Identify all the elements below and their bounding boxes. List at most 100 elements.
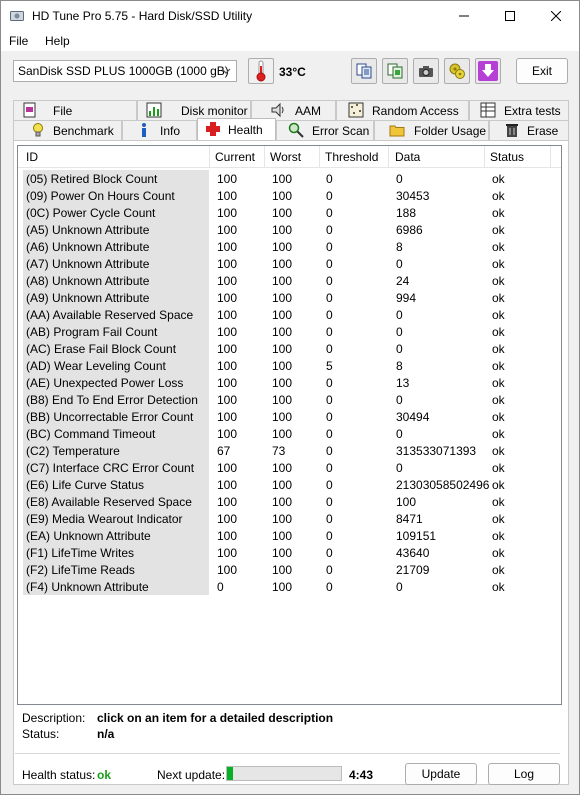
- trash-icon: [506, 124, 518, 137]
- table-row[interactable]: (F1) LifeTime Writes 100 100 0 43640 ok: [18, 544, 561, 561]
- table-row[interactable]: (09) Power On Hours Count 100 100 0 30453 ok: [18, 187, 561, 204]
- table-row[interactable]: (AC) Erase Fail Block Count 100 100 0 0 ok: [18, 340, 561, 357]
- current-value: 100: [217, 325, 238, 339]
- table-row[interactable]: (E8) Available Reserved Space 100 100 0 100 o…: [18, 493, 561, 510]
- current-value: 100: [217, 427, 238, 441]
- worst-value: 100: [272, 478, 293, 492]
- minimize-icon: [459, 15, 469, 17]
- column-divider[interactable]: [550, 146, 551, 168]
- table-row[interactable]: (A5) Unknown Attribute 100 100 0 6986 ok: [18, 221, 561, 238]
- health-cross-icon: [206, 122, 220, 136]
- update-button[interactable]: Update: [405, 763, 477, 785]
- table-row[interactable]: (C2) Temperature 67 73 0 313533071393 ok: [18, 442, 561, 459]
- current-value: 100: [217, 495, 238, 509]
- column-header-threshold[interactable]: Threshold: [325, 150, 378, 164]
- tab-random-access[interactable]: Random Access: [336, 100, 469, 120]
- column-divider[interactable]: [388, 146, 389, 168]
- download-arrow-icon: [478, 61, 498, 81]
- table-row[interactable]: (A9) Unknown Attribute 100 100 0 994 ok: [18, 289, 561, 306]
- table-row[interactable]: (A6) Unknown Attribute 100 100 0 8 ok: [18, 238, 561, 255]
- status-value: ok: [492, 359, 505, 373]
- threshold-value: 0: [326, 393, 333, 407]
- column-divider[interactable]: [319, 146, 320, 168]
- table-row[interactable]: (B8) End To End Error Detection 100 100 0 0 o…: [18, 391, 561, 408]
- tab-extra-tests[interactable]: Extra tests: [469, 100, 569, 120]
- current-value: 100: [217, 410, 238, 424]
- attribute-id: (EA) Unknown Attribute: [23, 527, 209, 544]
- column-header-data[interactable]: Data: [395, 150, 420, 164]
- table-row[interactable]: (AB) Program Fail Count 100 100 0 0 ok: [18, 323, 561, 340]
- next-update-label: Next update:: [157, 768, 226, 782]
- close-button[interactable]: [533, 1, 579, 31]
- status-value: ok: [492, 257, 505, 271]
- magnifier-icon: [288, 122, 304, 138]
- tab-folder-usage[interactable]: Folder Usage: [374, 120, 489, 140]
- tab-error-scan[interactable]: Error Scan: [276, 120, 374, 140]
- worst-value: 100: [272, 274, 293, 288]
- table-row[interactable]: (BC) Command Timeout 100 100 0 0 ok: [18, 425, 561, 442]
- tab-health[interactable]: Health: [197, 118, 276, 140]
- table-row[interactable]: (BB) Uncorrectable Error Count 100 100 0 304…: [18, 408, 561, 425]
- worst-value: 100: [272, 580, 293, 594]
- save-button[interactable]: [475, 58, 501, 84]
- data-value: 994: [396, 291, 417, 305]
- title-bar: HD Tune Pro 5.75 - Hard Disk/SSD Utility: [1, 1, 579, 31]
- table-row[interactable]: (A8) Unknown Attribute 100 100 0 24 ok: [18, 272, 561, 289]
- attribute-id: (F2) LifeTime Reads: [23, 561, 209, 578]
- tab-info[interactable]: Info: [122, 120, 197, 140]
- copy-text-button[interactable]: [351, 58, 377, 84]
- table-row[interactable]: (AA) Available Reserved Space 100 100 0 0 ok: [18, 306, 561, 323]
- column-divider[interactable]: [209, 146, 210, 168]
- table-row[interactable]: (C7) Interface CRC Error Count 100 100 0 0 ok: [18, 459, 561, 476]
- status-value: ok: [492, 427, 505, 441]
- options-button[interactable]: [444, 58, 470, 84]
- smart-attributes-table[interactable]: ID Current Worst Threshold Data Status (…: [17, 145, 562, 705]
- minimize-button[interactable]: [441, 1, 487, 31]
- health-status-label: Health status:: [22, 768, 96, 782]
- tab-erase[interactable]: Erase: [489, 120, 569, 140]
- tab-row-bottom: Benchmark Info Health Error Scan Folder …: [13, 118, 569, 140]
- table-row[interactable]: (A7) Unknown Attribute 100 100 0 0 ok: [18, 255, 561, 272]
- table-row[interactable]: (0C) Power Cycle Count 100 100 0 188 ok: [18, 204, 561, 221]
- attribute-id: (A9) Unknown Attribute: [23, 289, 209, 306]
- log-button[interactable]: Log: [488, 763, 560, 785]
- table-row[interactable]: (E9) Media Wearout Indicator 100 100 0 8471 o…: [18, 510, 561, 527]
- status-value: ok: [492, 342, 505, 356]
- exit-button[interactable]: Exit: [516, 58, 568, 84]
- menu-bar: File Help: [1, 31, 579, 51]
- benchmark-icon: [33, 123, 43, 137]
- data-value: 0: [396, 580, 403, 594]
- tab-benchmark[interactable]: Benchmark: [13, 120, 122, 140]
- data-value: 0: [396, 172, 403, 186]
- worst-value: 100: [272, 563, 293, 577]
- drive-select[interactable]: SanDisk SSD PLUS 1000GB (1000 gB): [13, 60, 237, 82]
- column-header-worst[interactable]: Worst: [270, 150, 301, 164]
- table-row[interactable]: (05) Retired Block Count 100 100 0 0 ok: [18, 170, 561, 187]
- menu-file[interactable]: File: [9, 34, 28, 48]
- table-row[interactable]: (EA) Unknown Attribute 100 100 0 109151 ok: [18, 527, 561, 544]
- screenshot-button[interactable]: [413, 58, 439, 84]
- column-header-id[interactable]: ID: [26, 150, 38, 164]
- tab-aam[interactable]: AAM: [251, 100, 336, 120]
- tab-disk-monitor[interactable]: Disk monitor: [137, 100, 251, 120]
- column-header-status[interactable]: Status: [490, 150, 524, 164]
- column-divider[interactable]: [484, 146, 485, 168]
- tab-file-benchmark[interactable]: File Benchmark: [13, 100, 137, 132]
- worst-value: 100: [272, 359, 293, 373]
- worst-value: 100: [272, 546, 293, 560]
- menu-help[interactable]: Help: [45, 34, 70, 48]
- health-status-value: ok: [97, 768, 112, 782]
- column-divider[interactable]: [264, 146, 265, 168]
- maximize-button[interactable]: [487, 1, 533, 31]
- table-row[interactable]: (AE) Unexpected Power Loss Count 100 100 0 1…: [18, 374, 561, 404]
- temperature-button[interactable]: [248, 58, 274, 84]
- table-row[interactable]: (F4) Unknown Attribute 0 100 0 0 ok: [18, 578, 561, 595]
- worst-value: 100: [272, 495, 293, 509]
- copy-info-button[interactable]: [382, 58, 408, 84]
- table-row[interactable]: (AD) Wear Leveling Count 100 100 5 8 ok: [18, 357, 561, 374]
- data-value: 188: [396, 206, 417, 220]
- table-row[interactable]: (E6) Life Curve Status 100 100 0 21303058502…: [18, 476, 561, 493]
- threshold-value: 0: [326, 512, 333, 526]
- table-row[interactable]: (F2) LifeTime Reads 100 100 0 21709 ok: [18, 561, 561, 578]
- column-header-current[interactable]: Current: [215, 150, 255, 164]
